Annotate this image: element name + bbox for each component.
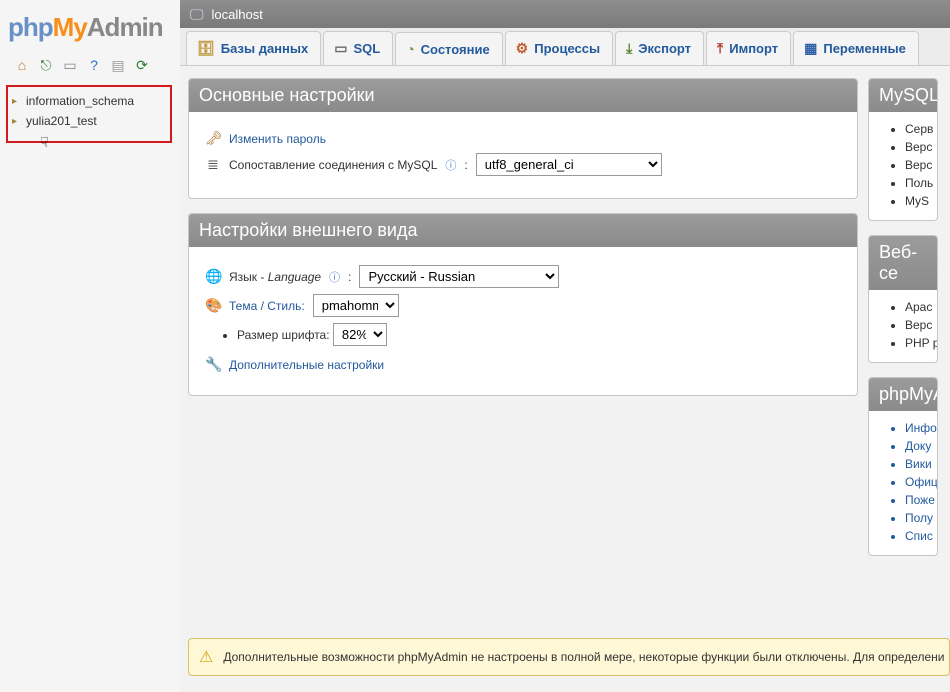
tab-label: Состояние xyxy=(421,42,490,57)
server-icon: 🖵 xyxy=(190,6,204,23)
pma-link[interactable]: Инфо xyxy=(905,421,937,435)
pma-link[interactable]: Полу xyxy=(905,511,937,525)
panel-webserver-info: Веб-се Apac Верс PHP р xyxy=(868,235,938,363)
tab-label: Переменные xyxy=(823,41,905,56)
db-icon: ▸ xyxy=(12,116,22,127)
tab-label: SQL xyxy=(353,41,380,56)
tab-label: Процессы xyxy=(534,41,600,56)
mysql-info-row: Поль xyxy=(905,176,937,190)
quicksql-icon[interactable]: ▭ xyxy=(62,57,78,73)
panel-phpmyadmin-info: phpMyA Инфо Доку Вики Офиц Поже Полу Спи… xyxy=(868,377,938,556)
import-icon: ⤒ xyxy=(717,40,723,57)
breadcrumb-server[interactable]: localhost xyxy=(212,7,263,22)
webserver-row: PHP р xyxy=(905,336,937,350)
change-password-link[interactable]: Изменить пароль xyxy=(229,132,326,146)
config-warning-notice: ⚠ Дополнительные возможности phpMyAdmin … xyxy=(188,638,950,676)
fontsize-label: Размер шрифта: xyxy=(237,328,330,342)
info-icon[interactable]: ⓘ xyxy=(329,269,340,285)
webserver-row: Верс xyxy=(905,318,937,332)
fontsize-row: Размер шрифта: 82% xyxy=(237,323,841,346)
pma-link[interactable]: Поже xyxy=(905,493,937,507)
database-icon: 🗄 xyxy=(197,40,215,57)
wrench-icon: 🔧 xyxy=(205,356,221,373)
exit-icon[interactable]: ⎋ xyxy=(38,57,54,73)
nav-quick-icons: ⌂ ⎋ ▭ ? ▤ ⟳ xyxy=(4,51,176,83)
mysql-info-row: Верс xyxy=(905,140,937,154)
help-icon[interactable]: ? xyxy=(86,57,102,73)
theme-select[interactable]: pmahomme xyxy=(313,294,399,317)
db-name: information_schema xyxy=(26,94,134,108)
collation-select[interactable]: utf8_general_ci xyxy=(476,153,662,176)
tab-databases[interactable]: 🗄 Базы данных xyxy=(186,31,321,65)
info-icon[interactable]: ⓘ xyxy=(445,157,456,173)
language-label: Язык - Language xyxy=(229,270,321,284)
db-item-yulia201-test[interactable]: ▸ yulia201_test xyxy=(10,111,168,131)
variables-icon: ▦ xyxy=(804,40,817,57)
tab-processes[interactable]: ⚙ Процессы xyxy=(505,31,613,65)
more-settings-link[interactable]: Дополнительные настройки xyxy=(229,358,384,372)
pma-link[interactable]: Офиц xyxy=(905,475,937,489)
export-icon: ⤓ xyxy=(626,40,632,57)
logo: phpMyAdmin xyxy=(4,8,176,51)
panel-mysql-info: MySQL Серв Верс Верс Поль MyS xyxy=(868,78,938,221)
db-name: yulia201_test xyxy=(26,114,97,128)
reload-icon[interactable]: ⟳ xyxy=(134,57,150,73)
tab-import[interactable]: ⤒ Импорт xyxy=(706,31,791,65)
pma-link[interactable]: Спис xyxy=(905,529,937,543)
palette-icon: 🎨 xyxy=(205,297,221,314)
tab-label: Экспорт xyxy=(638,41,691,56)
globe-icon: 🌐 xyxy=(205,268,221,285)
db-item-information-schema[interactable]: ▸ information_schema xyxy=(10,91,168,111)
panel-title: Настройки внешнего вида xyxy=(189,214,857,247)
panel-appearance-settings: Настройки внешнего вида 🌐 Язык - Languag… xyxy=(188,213,858,396)
database-list: ▸ information_schema ▸ yulia201_test xyxy=(6,85,172,143)
pma-link[interactable]: Вики xyxy=(905,457,937,471)
tab-sql[interactable]: ▭ SQL xyxy=(323,31,393,65)
logo-part-admin: Admin xyxy=(87,12,163,42)
key-icon: 🗝 xyxy=(205,130,221,147)
tab-label: Импорт xyxy=(729,41,778,56)
sql-icon: ▭ xyxy=(334,40,347,57)
mysql-info-row: MyS xyxy=(905,194,937,208)
panel-title: Основные настройки xyxy=(189,79,857,112)
mysql-info-row: Серв xyxy=(905,122,937,136)
collation-label: Сопоставление соединения с MySQL xyxy=(229,158,437,172)
warning-icon: ⚠ xyxy=(199,647,213,667)
home-icon[interactable]: ⌂ xyxy=(14,57,30,73)
theme-label[interactable]: Тема / Стиль: xyxy=(229,299,305,313)
webserver-row: Apac xyxy=(905,300,937,314)
list-icon: ≣ xyxy=(205,156,221,173)
panel-main-settings: Основные настройки 🗝 Изменить пароль ≣ С… xyxy=(188,78,858,199)
status-icon: ◔ xyxy=(406,41,414,57)
tab-label: Базы данных xyxy=(221,41,308,56)
main-tabs: 🗄 Базы данных ▭ SQL ◔ Состояние ⚙ Процессы ⤓… xyxy=(180,28,950,66)
pma-link[interactable]: Доку xyxy=(905,439,937,453)
breadcrumb: 🖵 localhost xyxy=(180,0,950,28)
logo-part-php: php xyxy=(8,12,53,42)
logo-part-my: My xyxy=(53,12,87,42)
db-icon: ▸ xyxy=(12,96,22,107)
tab-variables[interactable]: ▦ Переменные xyxy=(793,31,919,65)
panel-title: MySQL xyxy=(869,79,937,112)
docs-icon[interactable]: ▤ xyxy=(110,57,126,73)
tab-status[interactable]: ◔ Состояние xyxy=(395,32,502,65)
tab-export[interactable]: ⤓ Экспорт xyxy=(615,31,704,65)
panel-title: Веб-се xyxy=(869,236,937,290)
language-select[interactable]: Русский - Russian xyxy=(359,265,559,288)
fontsize-select[interactable]: 82% xyxy=(333,323,387,346)
processes-icon: ⚙ xyxy=(516,40,529,57)
mysql-info-row: Верс xyxy=(905,158,937,172)
notice-text: Дополнительные возможности phpMyAdmin не… xyxy=(223,650,944,664)
panel-title: phpMyA xyxy=(869,378,937,411)
